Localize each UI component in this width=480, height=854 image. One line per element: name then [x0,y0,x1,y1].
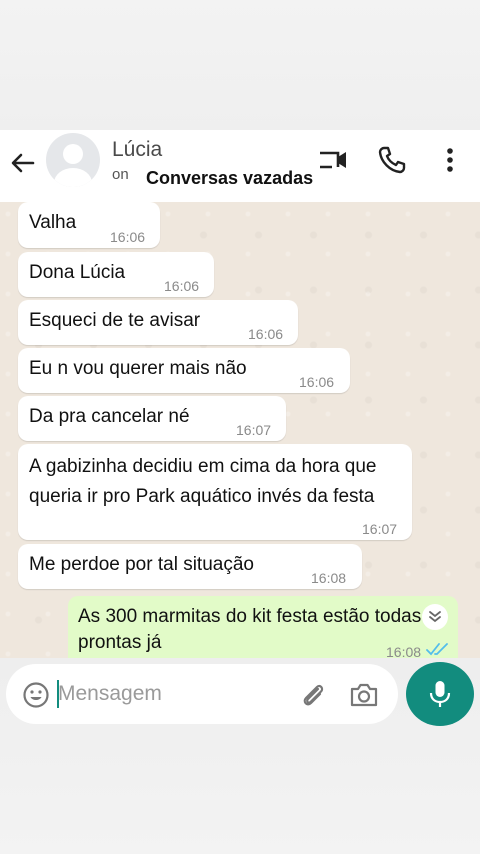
message-input[interactable]: Mensagem [58,682,162,706]
incoming-message[interactable]: Dona Lúcia 16:06 [18,252,214,297]
chat-header: Lúcia on Conversas vazadas [0,130,480,202]
message-text: As 300 marmitas do kit festa estão todas… [78,606,422,653]
incoming-message[interactable]: Me perdoe por tal situação 16:08 [18,544,362,589]
scroll-down-chevron-icon [429,611,441,623]
voice-message-button[interactable] [406,662,474,726]
message-text: Eu n vou querer mais não [29,358,247,379]
back-arrow-icon [11,153,35,173]
message-text: Valha [29,212,77,233]
contact-status: on [112,166,129,183]
back-button[interactable] [8,148,38,178]
message-time: 16:06 [299,374,335,390]
phone-icon [378,146,406,174]
message-time: 16:06 [164,278,200,294]
incoming-message[interactable]: Valha 16:06 [18,202,160,248]
video-call-icon [320,151,346,169]
message-time: 16:06 [110,229,146,245]
message-text: Esqueci de te avisar [29,310,201,331]
voice-call-button[interactable] [376,144,408,176]
message-text: Da pra cancelar né [29,406,190,427]
message-text: A gabizinha decidiu em cima da hora que … [29,456,377,507]
outgoing-message[interactable]: As 300 marmitas do kit festa estão todas… [68,596,458,658]
attach-button[interactable] [298,680,328,710]
contact-name[interactable]: Lúcia [112,138,162,162]
more-options-icon [447,148,453,172]
message-text: Me perdoe por tal situação [29,554,254,575]
message-time: 16:08 [311,570,347,586]
message-text: Dona Lúcia [29,262,126,283]
camera-button[interactable] [348,680,380,710]
message-composer[interactable]: Mensagem [6,664,398,724]
incoming-message[interactable]: Da pra cancelar né 16:07 [18,396,286,441]
video-call-button[interactable] [318,144,350,176]
message-time: 16:07 [236,422,272,438]
message-time: 16:08 [386,644,422,658]
emoji-button[interactable] [22,681,50,709]
emoji-icon [23,682,49,708]
incoming-message[interactable]: A gabizinha decidiu em cima da hora que … [18,444,412,540]
attach-icon [303,684,324,706]
top-blank-area [0,0,480,130]
overlay-caption: Conversas vazadas [146,168,314,188]
message-time: 16:06 [248,326,284,342]
double-check-icon [426,643,448,656]
chat-area[interactable]: Valha 16:06 Dona Lúcia 16:06 Esqueci de … [0,202,480,658]
camera-icon [350,683,378,707]
incoming-message[interactable]: Eu n vou querer mais não 16:06 [18,348,350,393]
more-options-button[interactable] [434,144,466,176]
scroll-down-button[interactable] [422,604,448,630]
incoming-message[interactable]: Esqueci de te avisar 16:06 [18,300,298,345]
message-time: 16:07 [362,521,398,537]
mic-icon [429,681,451,707]
avatar[interactable] [46,133,100,187]
avatar-placeholder-icon [54,144,92,187]
